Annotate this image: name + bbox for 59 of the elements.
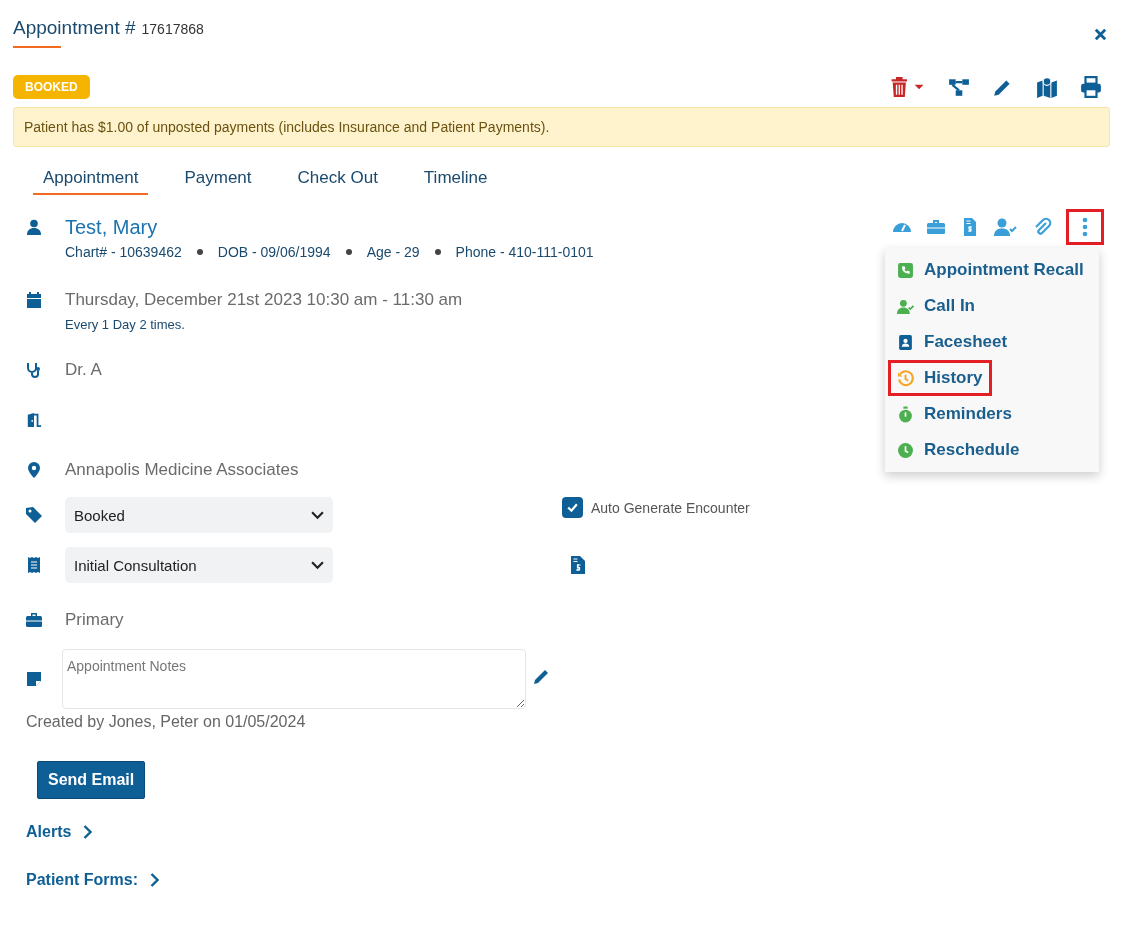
tab[interactable]: Timeline: [413, 166, 498, 195]
receipt-icon: [26, 557, 42, 573]
checkbox[interactable]: [562, 497, 583, 518]
more-options-button[interactable]: [1066, 209, 1104, 245]
user-check-icon[interactable]: [994, 217, 1018, 237]
menu-item[interactable]: Facesheet: [888, 324, 1017, 360]
alerts-link[interactable]: Alerts: [26, 823, 93, 841]
invoice-icon[interactable]: [570, 555, 586, 575]
send-email-button[interactable]: Send Email: [37, 761, 146, 799]
checkbox-label: Auto Generate Encounter: [591, 499, 750, 516]
payment-alert: Patient has $1.00 of unposted payments (includes Insurance and Patient Payments).: [13, 107, 1110, 147]
notes-field[interactable]: Appointment Notes: [62, 649, 526, 709]
hierarchy-icon[interactable]: [948, 76, 970, 98]
location-name: Annapolis Medicine Associates: [65, 460, 299, 480]
tag-icon: [26, 507, 42, 523]
map-icon[interactable]: [1036, 76, 1058, 98]
calendar-icon: [26, 292, 42, 308]
patient-forms-link[interactable]: Patient Forms:: [26, 871, 159, 889]
separator-dot: [434, 249, 441, 255]
note-icon: [26, 671, 42, 687]
person-icon: [26, 219, 42, 235]
separator-dot: [196, 249, 203, 255]
appointment-number: 17617868: [141, 21, 204, 37]
close-icon[interactable]: [1093, 27, 1108, 42]
location-pin-icon: [26, 462, 42, 478]
briefcase-icon[interactable]: [926, 217, 946, 237]
stethoscope-icon: [26, 362, 42, 378]
chevron-right-icon: [150, 873, 159, 887]
patient-name[interactable]: Test, Mary: [65, 215, 158, 239]
provider-name: Dr. A: [65, 360, 102, 380]
patient-detail: Phone - 410-111-0101: [455, 244, 594, 260]
kebab-icon: [1082, 217, 1088, 237]
door-icon: [26, 412, 42, 428]
created-by-text: Created by Jones, Peter on 01/05/2024: [26, 713, 307, 731]
tab[interactable]: Check Out: [287, 166, 388, 195]
menu-item[interactable]: History: [888, 360, 992, 396]
appointment-datetime: Thursday, December 21st 2023 10:30 am - 11:30 am: [65, 290, 463, 310]
recurrence-text: Every 1 Day 2 times.: [65, 317, 185, 332]
patient-detail: Chart# - 10639462: [65, 244, 182, 260]
menu-item[interactable]: Call In: [888, 288, 984, 324]
status-select[interactable]: Booked: [65, 497, 333, 533]
briefcase-icon: [26, 612, 42, 628]
separator-dot: [345, 249, 352, 255]
status-badge: BOOKED: [13, 75, 90, 99]
patient-detail: DOB - 09/06/1994: [217, 244, 331, 260]
type-select[interactable]: Initial Consultation: [65, 547, 333, 583]
chevron-down-icon: [311, 560, 324, 570]
chevron-down-icon: [311, 510, 324, 520]
tab[interactable]: Payment: [174, 166, 262, 195]
patient-detail: Age - 29: [366, 244, 420, 260]
menu-item[interactable]: Appointment Recall: [888, 252, 1093, 288]
print-icon[interactable]: [1080, 76, 1102, 98]
tab[interactable]: Appointment: [33, 166, 149, 195]
menu-item[interactable]: Reschedule: [888, 432, 1029, 468]
insurance-name: Primary: [65, 610, 124, 630]
checkmark-icon: [566, 501, 579, 514]
menu-item[interactable]: Reminders: [888, 396, 1021, 432]
chevron-right-icon: [83, 825, 93, 839]
dialog-title: Appointment #: [13, 17, 136, 38]
